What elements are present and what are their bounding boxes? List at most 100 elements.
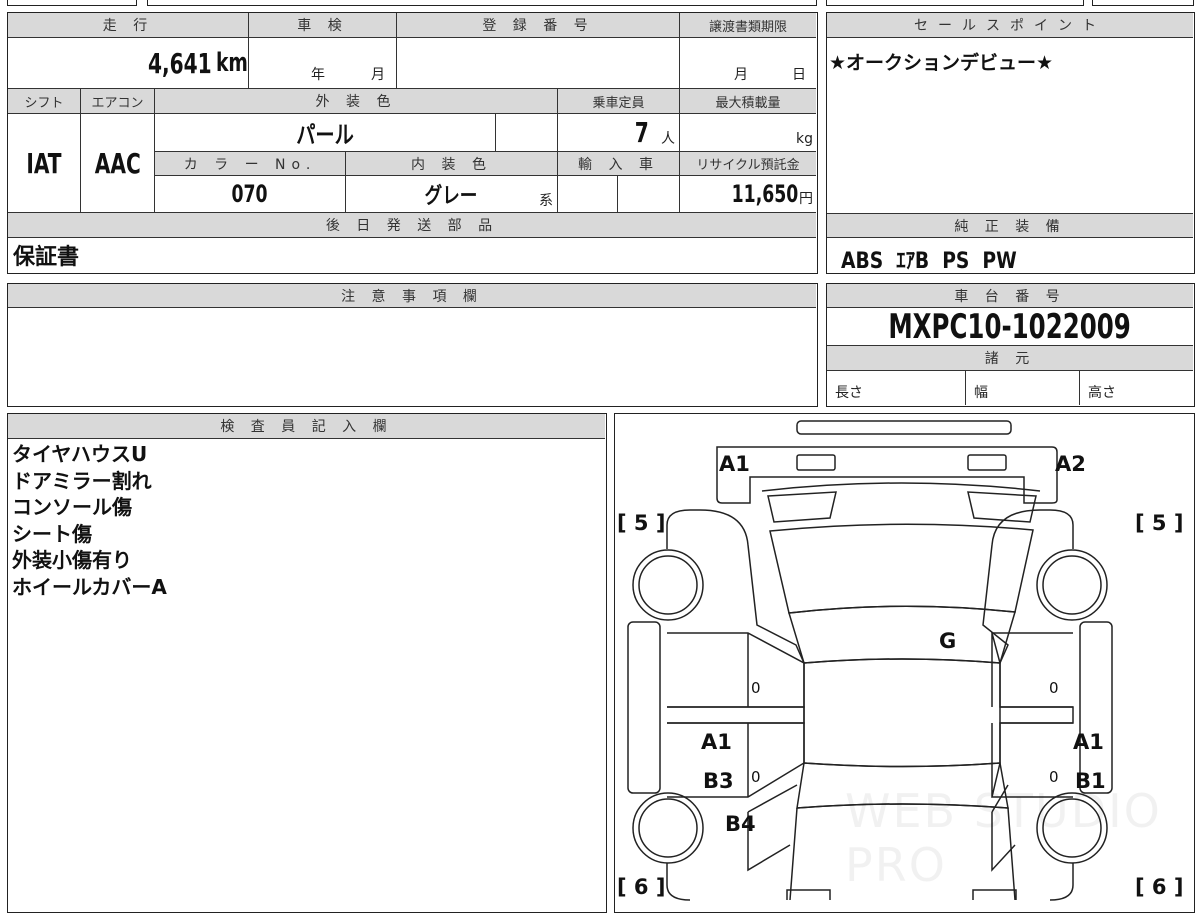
right-front-door bbox=[991, 632, 1073, 708]
interior-color-suffix: 系 bbox=[539, 193, 553, 209]
height-cell: 高さ bbox=[1080, 371, 1193, 405]
color-no-cell: 070 bbox=[155, 176, 346, 213]
import-header: 輸 入 車 bbox=[558, 152, 680, 176]
shift-cell: IAT bbox=[8, 114, 81, 213]
ac-cell: AAC bbox=[81, 114, 155, 213]
chassis-header: 車 台 番 号 bbox=[827, 284, 1193, 308]
top-strip-cell bbox=[7, 0, 137, 6]
import-cell-a bbox=[558, 176, 618, 213]
mark-roof: G bbox=[939, 629, 957, 653]
right-fog-light bbox=[967, 454, 1007, 471]
mark-tire-fl: [ 5 ] bbox=[617, 511, 666, 535]
recycle-fee-value: 11,650 bbox=[731, 180, 798, 208]
inspector-line: コンソール傷 bbox=[12, 495, 132, 519]
exterior-color-header: 外 装 色 bbox=[155, 89, 558, 114]
left-headlight bbox=[767, 491, 837, 523]
mark-tire-rr: [ 6 ] bbox=[1135, 875, 1184, 899]
mark-left-front-door: 0 bbox=[751, 679, 761, 697]
mark-right-rear-door-c: 0 bbox=[1049, 768, 1059, 786]
left-door-strip bbox=[667, 706, 805, 724]
roof bbox=[803, 658, 1001, 768]
equipment-text: ABS ｴｱB PS PW bbox=[841, 249, 1017, 274]
left-rear-fender bbox=[666, 784, 798, 901]
width-label: 幅 bbox=[974, 385, 988, 401]
max-load-unit: kg bbox=[796, 130, 813, 147]
right-headlight bbox=[967, 491, 1037, 523]
top-strip-cell bbox=[826, 0, 1084, 6]
front-left-tire bbox=[632, 549, 704, 621]
transfer-month-unit: 月 bbox=[734, 67, 748, 83]
color-no-value: 070 bbox=[231, 180, 269, 208]
interior-color-value: グレー bbox=[425, 184, 478, 209]
exterior-color-value: パール bbox=[296, 121, 354, 149]
chassis-panel: 車 台 番 号 MXPC10-1022009 諸 元 長さ 幅 高さ bbox=[826, 283, 1195, 407]
transfer-deadline-header: 譲渡書類期限 bbox=[680, 13, 816, 38]
front-right-tire bbox=[1036, 549, 1108, 621]
car-diagram-panel: WEB STUDIO PRO A1 A2 [ 5 ] [ 5 ] G 0 0 A… bbox=[614, 413, 1195, 913]
mark-front-right: A2 bbox=[1055, 452, 1086, 476]
capacity-unit: 人 bbox=[661, 130, 675, 147]
inspection-month-unit: 月 bbox=[371, 67, 385, 83]
left-fog-light bbox=[796, 454, 836, 471]
mark-left-rear-door-b: B3 bbox=[703, 769, 734, 793]
max-load-header: 最大積載量 bbox=[680, 89, 816, 114]
chassis-number: MXPC10-1022009 bbox=[888, 306, 1132, 347]
registration-cell bbox=[397, 38, 680, 89]
inspection-cell: 年 月 bbox=[249, 38, 397, 89]
mileage-value: 4,641 bbox=[148, 46, 213, 80]
width-cell: 幅 bbox=[966, 371, 1080, 405]
import-cell-b bbox=[618, 176, 680, 213]
inspector-line: 外装小傷有り bbox=[12, 548, 132, 572]
registration-header: 登 録 番 号 bbox=[397, 13, 680, 38]
inspector-line: タイヤハウスU bbox=[12, 442, 148, 466]
inspection-header: 車 検 bbox=[249, 13, 397, 38]
later-parts-cell: 保証書 bbox=[8, 238, 816, 272]
right-front-fender bbox=[982, 509, 1074, 664]
transfer-deadline-cell: 月 日 bbox=[680, 38, 816, 89]
interior-color-cell: グレー 系 bbox=[346, 176, 558, 213]
sales-point-header: セールスポイント bbox=[827, 13, 1193, 38]
inspector-header: 検 査 員 記 入 欄 bbox=[8, 414, 605, 439]
exterior-color-cell: パール bbox=[155, 114, 496, 152]
vehicle-info-table: 走 行 車 検 登 録 番 号 譲渡書類期限 4,641 km 年 月 月 日 … bbox=[7, 12, 818, 274]
max-load-cell: kg bbox=[680, 114, 816, 152]
left-rear-door bbox=[667, 722, 805, 798]
mileage-unit: km bbox=[216, 48, 248, 78]
left-front-door bbox=[667, 632, 805, 708]
rear-left-tire bbox=[632, 792, 704, 864]
mark-right-front-door: 0 bbox=[1049, 679, 1059, 697]
later-parts-value: 保証書 bbox=[13, 245, 80, 270]
ac-value: AAC bbox=[94, 146, 141, 180]
recycle-header: リサイクル預託金 bbox=[680, 152, 816, 176]
length-cell: 長さ bbox=[827, 371, 966, 405]
left-side-skirt bbox=[627, 621, 661, 794]
inspector-line: シート傷 bbox=[12, 521, 92, 546]
mark-right-rear-door-b: B1 bbox=[1075, 769, 1106, 793]
sales-point-text: ★オークションデビュー★ bbox=[829, 52, 1054, 74]
mark-right-rear-door-a: A1 bbox=[1073, 730, 1104, 754]
recycle-fee-unit: 円 bbox=[799, 191, 813, 207]
mark-left-rear-fender: B4 bbox=[725, 812, 756, 836]
mileage-header: 走 行 bbox=[8, 13, 249, 38]
grille-line bbox=[761, 482, 1041, 492]
exterior-color-extra-cell bbox=[496, 114, 558, 152]
inspector-lines: タイヤハウスU ドアミラー割れ コンソール傷 シート傷 外装小傷有り ホイールカ… bbox=[12, 441, 167, 600]
length-label: 長さ bbox=[835, 385, 863, 401]
top-strip-cell bbox=[147, 0, 817, 6]
capacity-cell: 7 人 bbox=[558, 114, 680, 152]
notes-header: 注 意 事 項 欄 bbox=[8, 284, 816, 308]
top-strip-cell bbox=[1092, 0, 1194, 6]
inspector-line: ホイールカバーA bbox=[12, 574, 167, 599]
mark-left-rear-door-c: 0 bbox=[751, 768, 761, 786]
mark-tire-rl: [ 6 ] bbox=[617, 875, 666, 899]
recycle-cell: 11,650 円 bbox=[680, 176, 816, 213]
mileage-cell: 4,641 km bbox=[8, 38, 249, 89]
capacity-value: 7 bbox=[635, 116, 650, 149]
right-door-strip bbox=[1000, 706, 1074, 724]
windshield bbox=[788, 605, 1016, 664]
mark-left-rear-door-a: A1 bbox=[701, 730, 732, 754]
mark-tire-fr: [ 5 ] bbox=[1135, 511, 1184, 535]
mark-front-left: A1 bbox=[719, 452, 750, 476]
inspector-line: ドアミラー割れ bbox=[12, 468, 152, 493]
specs-header: 諸 元 bbox=[827, 346, 1193, 371]
